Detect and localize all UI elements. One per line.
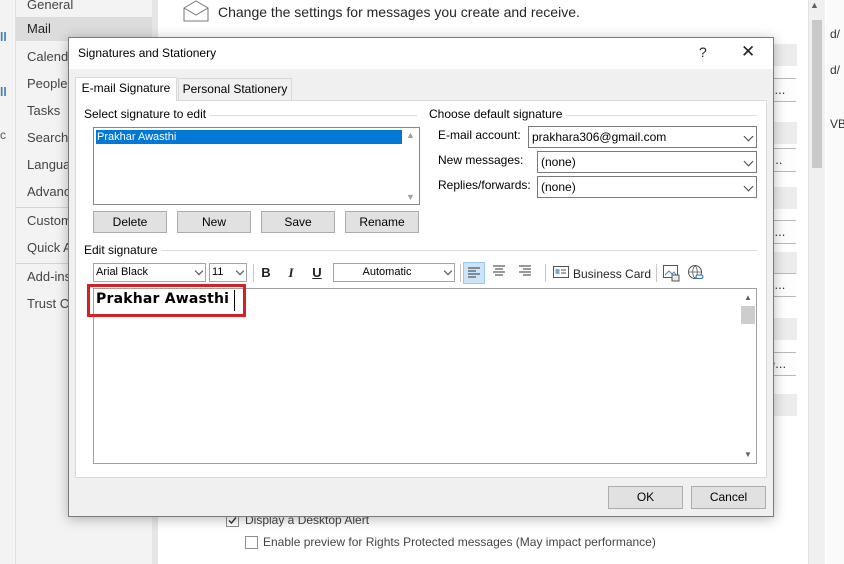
align-right-icon[interactable] — [515, 263, 535, 283]
replies-forwards-value: (none) — [541, 180, 576, 194]
email-account-value: prakhara306@gmail.com — [532, 130, 667, 144]
background-section-band — [773, 187, 797, 209]
background-section-band — [773, 318, 797, 340]
ok-button[interactable]: OK — [608, 486, 683, 509]
list-scroll-down-icon[interactable]: ▼ — [406, 192, 415, 202]
left-edge-strip: ll ll c — [0, 0, 16, 564]
font-select[interactable]: Arial Black — [93, 263, 206, 282]
right-edge-panel — [826, 0, 844, 564]
toolbar-separator — [253, 264, 254, 282]
chevron-down-icon — [739, 177, 756, 197]
nav-item-general[interactable]: General — [16, 0, 152, 17]
left-strip-glyph: ll — [0, 85, 7, 99]
right-edge-glyph: d/ — [830, 63, 841, 77]
font-value: Arial Black — [96, 266, 148, 278]
edit-signature-label: Edit signature — [84, 243, 162, 257]
chevron-down-icon — [191, 264, 205, 281]
rights-preview-checkbox[interactable] — [245, 536, 258, 549]
align-center-icon[interactable] — [489, 263, 509, 283]
font-color-value: Automatic — [362, 266, 412, 278]
tab-personal-stationery-label: Personal Stationery — [182, 82, 288, 96]
align-left-icon[interactable] — [463, 262, 485, 284]
font-color-select[interactable]: Automatic — [333, 263, 455, 282]
close-button[interactable]: ✕ — [741, 42, 755, 62]
new-messages-value: (none) — [541, 155, 576, 169]
rights-preview-label: Enable preview for Rights Protected mess… — [263, 535, 656, 549]
editor-scroll-thumb[interactable] — [741, 306, 755, 324]
save-button[interactable]: Save — [261, 211, 335, 233]
tab-email-signature[interactable]: E-mail Signature — [75, 77, 177, 101]
signature-list-item[interactable]: Prakhar Awasthi — [96, 130, 402, 144]
background-section-band — [773, 252, 797, 274]
group-separator — [85, 250, 757, 251]
right-edge-glyph: d/ — [830, 27, 841, 41]
left-strip-glyph: ll — [0, 30, 7, 44]
editor-scroll-up-icon[interactable]: ▲ — [744, 293, 752, 302]
email-account-select[interactable]: prakhara306@gmail.com — [528, 126, 757, 148]
italic-button[interactable]: I — [281, 263, 301, 283]
mail-options-header: Change the settings for messages you cre… — [218, 4, 580, 20]
editor-scroll-down-icon[interactable]: ▼ — [744, 450, 752, 459]
right-edge-glyph: VB — [830, 117, 844, 131]
toolbar-separator — [545, 264, 546, 282]
help-button[interactable]: ? — [699, 44, 707, 60]
rename-button[interactable]: Rename — [345, 211, 419, 233]
background-section-band — [773, 394, 797, 416]
chevron-down-icon — [739, 127, 756, 147]
new-button[interactable]: New — [177, 211, 251, 233]
chevron-down-icon — [440, 264, 454, 281]
bold-button[interactable]: B — [256, 263, 276, 283]
new-messages-select[interactable]: (none) — [537, 151, 757, 173]
tab-personal-stationery[interactable]: Personal Stationery — [178, 78, 292, 101]
cancel-button[interactable]: Cancel — [691, 486, 766, 509]
dialog-titlebar: Signatures and Stationery ? ✕ — [69, 38, 773, 69]
envelope-icon — [183, 0, 209, 22]
tab-email-signature-label: E-mail Signature — [81, 81, 171, 95]
replies-forwards-select[interactable]: (none) — [537, 176, 757, 198]
default-signature-label: Choose default signature — [429, 107, 567, 121]
list-scroll-up-icon[interactable]: ▲ — [406, 130, 415, 140]
hyperlink-icon[interactable] — [687, 264, 705, 282]
options-scroll-thumb[interactable] — [812, 20, 822, 168]
business-card-icon — [553, 265, 569, 279]
business-card-button[interactable]: Business Card — [573, 267, 651, 281]
replies-forwards-label: Replies/forwards: — [438, 178, 531, 192]
chevron-down-icon — [739, 152, 756, 172]
toolbar-separator — [460, 264, 461, 282]
scroll-up-icon[interactable]: ▲ — [810, 0, 819, 10]
insert-picture-icon[interactable] — [662, 264, 680, 282]
toolbar-separator — [656, 264, 657, 282]
font-size-value: 11 — [212, 266, 224, 278]
background-section-band — [773, 44, 797, 66]
new-messages-label: New messages: — [438, 153, 524, 167]
font-size-select[interactable]: 11 — [209, 263, 247, 282]
email-account-label: E-mail account: — [438, 128, 521, 142]
chevron-down-icon — [232, 264, 246, 281]
signature-list[interactable]: Prakhar Awasthi ▲ ▼ — [93, 127, 420, 205]
delete-button[interactable]: Delete — [93, 211, 167, 233]
underline-button[interactable]: U — [307, 263, 327, 283]
dialog-title: Signatures and Stationery — [78, 46, 217, 60]
select-signature-label: Select signature to edit — [84, 107, 211, 121]
background-section-band — [773, 122, 797, 144]
left-strip-glyph: c — [0, 128, 6, 142]
signatures-dialog: Signatures and Stationery ? ✕ E-mail Sig… — [68, 37, 774, 517]
annotation-highlight-box — [87, 284, 246, 317]
